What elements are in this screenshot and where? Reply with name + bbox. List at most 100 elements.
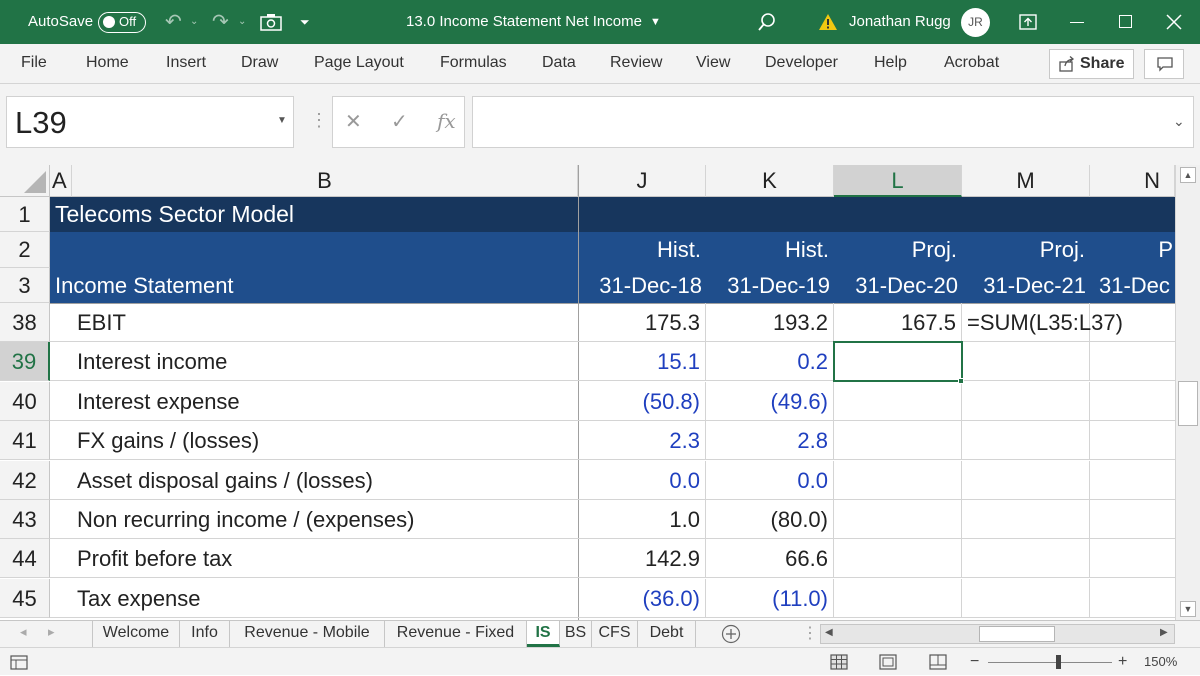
page-layout-view-icon[interactable] [879, 654, 897, 670]
cell-m38[interactable]: =SUM(L35:L37) [962, 303, 1123, 342]
redo-icon[interactable]: ↷ [212, 0, 229, 44]
tab-view[interactable]: View [696, 44, 730, 84]
column-header-m[interactable]: M [962, 165, 1090, 197]
period-type-n[interactable]: P [1090, 232, 1175, 268]
period-type-k[interactable]: Hist. [706, 232, 834, 268]
cell-l43[interactable] [834, 500, 962, 539]
cell-m44[interactable] [962, 539, 1090, 578]
cell-k40[interactable]: (49.6) [706, 382, 834, 421]
name-box-dropdown-icon[interactable]: ▼ [277, 115, 287, 126]
scroll-up-icon[interactable]: ▲ [1180, 167, 1196, 183]
row-header-45[interactable]: 45 [0, 579, 50, 618]
cell-j41[interactable]: 2.3 [578, 421, 706, 460]
tab-data[interactable]: Data [542, 44, 576, 84]
period-type-m[interactable]: Proj. [962, 232, 1090, 268]
row-header-1[interactable]: 1 [0, 197, 50, 232]
vertical-scrollbar[interactable]: ▲ ▼ [1175, 165, 1200, 620]
tab-acrobat[interactable]: Acrobat [944, 44, 999, 84]
cancel-icon[interactable]: ✕ [345, 109, 362, 134]
cell-j45[interactable]: (36.0) [578, 579, 706, 618]
tab-formulas[interactable]: Formulas [440, 44, 507, 84]
ribbon-display-options-icon[interactable] [1019, 14, 1037, 30]
cell-l41[interactable] [834, 421, 962, 460]
sheet-tab-is[interactable]: IS [527, 621, 560, 647]
row-label[interactable]: Profit before tax [72, 539, 232, 578]
cell-m39[interactable] [962, 342, 1090, 381]
cell-m43[interactable] [962, 500, 1090, 539]
zoom-in-icon[interactable]: + [1118, 648, 1127, 676]
page-break-preview-icon[interactable] [929, 654, 947, 670]
autosave-toggle[interactable]: Off [98, 12, 146, 33]
row-label[interactable]: Interest income [72, 342, 227, 381]
cell-l44[interactable] [834, 539, 962, 578]
sheet-tab-info[interactable]: Info [180, 621, 230, 647]
close-icon[interactable] [1166, 14, 1182, 30]
undo-dropdown-icon[interactable]: ⌄ [190, 0, 198, 44]
sheet-tab-cfs[interactable]: CFS [592, 621, 638, 647]
tab-home[interactable]: Home [86, 44, 129, 84]
tab-help[interactable]: Help [874, 44, 907, 84]
warning-icon[interactable] [818, 13, 838, 31]
horizontal-scroll-thumb[interactable] [979, 626, 1055, 642]
sheet-tab-revenue-fixed[interactable]: Revenue - Fixed [385, 621, 527, 647]
row-header-39[interactable]: 39 [0, 342, 50, 381]
expand-formula-bar-icon[interactable]: ⌄ [1173, 113, 1185, 130]
cell-j38[interactable]: 175.3 [578, 303, 706, 342]
column-header-n[interactable]: N [1090, 165, 1175, 197]
undo-icon[interactable]: ↶ [165, 0, 182, 44]
formula-bar-grip-icon[interactable]: ⋮ [310, 110, 328, 131]
select-all-corner[interactable] [0, 165, 50, 197]
search-icon[interactable] [757, 12, 777, 32]
tab-page-layout[interactable]: Page Layout [314, 44, 404, 84]
row-header-41[interactable]: 41 [0, 421, 50, 460]
maximize-icon[interactable] [1119, 15, 1132, 28]
row-label[interactable]: Interest expense [72, 382, 240, 421]
formula-input[interactable]: ⌄ [472, 96, 1194, 148]
active-cell-selection[interactable] [833, 341, 963, 382]
sheet-tab-debt[interactable]: Debt [638, 621, 696, 647]
cell-l40[interactable] [834, 382, 962, 421]
period-type-l[interactable]: Proj. [834, 232, 962, 268]
cell-l42[interactable] [834, 461, 962, 500]
period-type-j[interactable]: Hist. [578, 232, 706, 268]
sheet-tab-welcome[interactable]: Welcome [92, 621, 180, 647]
zoom-slider-thumb[interactable] [1056, 655, 1061, 669]
cell-j43[interactable]: 1.0 [578, 500, 706, 539]
row-header-3[interactable]: 3 [0, 268, 50, 303]
spreadsheet-grid[interactable]: A B J K L M N 1 Telecoms Sector Model 2 … [0, 165, 1175, 620]
row-label[interactable]: Non recurring income / (expenses) [72, 500, 414, 539]
document-title[interactable]: 13.0 Income Statement Net Income [406, 0, 642, 44]
scroll-down-icon[interactable]: ▼ [1180, 601, 1196, 617]
cell-k41[interactable]: 2.8 [706, 421, 834, 460]
cell-j39[interactable]: 15.1 [578, 342, 706, 381]
prev-sheet-icon[interactable]: ◂ [20, 624, 27, 640]
cell-j44[interactable]: 142.9 [578, 539, 706, 578]
row-header-38[interactable]: 38 [0, 303, 50, 342]
period-date-m[interactable]: 31-Dec-21 [962, 268, 1090, 303]
cell-m42[interactable] [962, 461, 1090, 500]
scroll-left-icon[interactable]: ◀ [825, 627, 833, 638]
column-header-j[interactable]: J [578, 165, 706, 197]
cell-l38[interactable]: 167.5 [834, 303, 962, 342]
model-title[interactable]: Telecoms Sector Model [50, 197, 294, 232]
sheet-tab-revenue-mobile[interactable]: Revenue - Mobile [230, 621, 385, 647]
share-button[interactable]: Share [1049, 49, 1134, 79]
row-header-44[interactable]: 44 [0, 539, 50, 578]
tab-insert[interactable]: Insert [166, 44, 206, 84]
cell-k38[interactable]: 193.2 [706, 303, 834, 342]
comments-button[interactable] [1144, 49, 1184, 79]
column-header-a[interactable]: A [50, 165, 72, 197]
minimize-icon[interactable] [1070, 22, 1084, 23]
row-header-40[interactable]: 40 [0, 382, 50, 421]
title-dropdown-icon[interactable]: ▼ [650, 0, 661, 44]
cell-k39[interactable]: 0.2 [706, 342, 834, 381]
fill-handle[interactable] [958, 378, 964, 384]
scroll-right-icon[interactable]: ▶ [1160, 627, 1168, 638]
cell-m40[interactable] [962, 382, 1090, 421]
period-date-k[interactable]: 31-Dec-19 [706, 268, 834, 303]
cell-k43[interactable]: (80.0) [706, 500, 834, 539]
zoom-level[interactable]: 150% [1144, 648, 1177, 676]
user-name[interactable]: Jonathan Rugg [849, 0, 951, 44]
insert-function-icon[interactable]: fx [437, 109, 456, 133]
customize-qat-icon[interactable]: ⏷ [300, 0, 310, 44]
